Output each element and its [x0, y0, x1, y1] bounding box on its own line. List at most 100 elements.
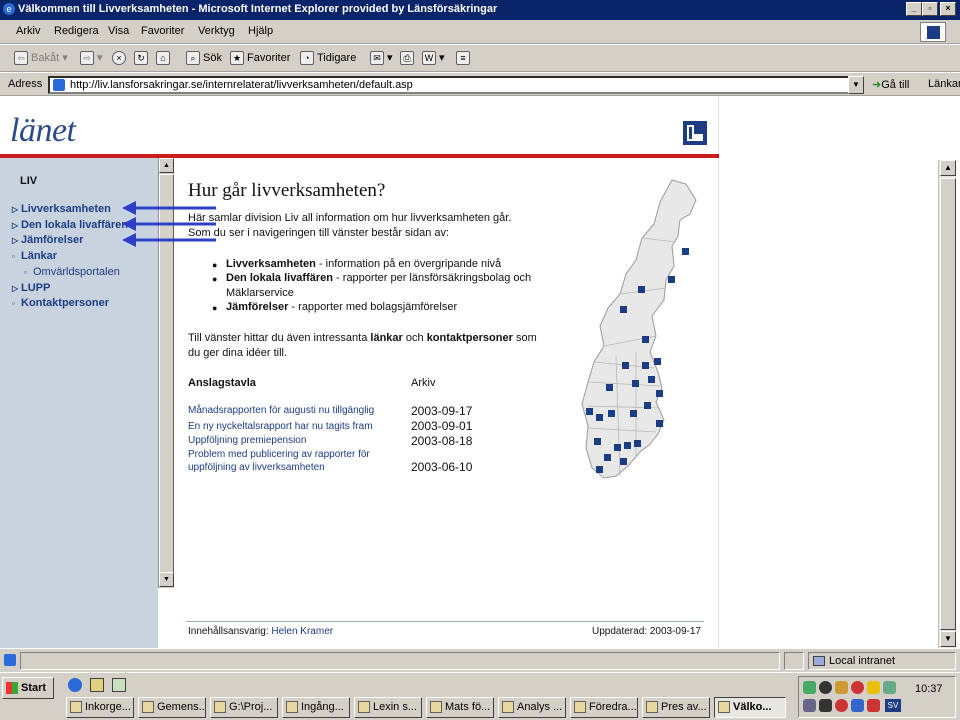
tray-app-icon[interactable]	[867, 699, 880, 712]
tray-app-icon[interactable]	[851, 699, 864, 712]
sidebar-item-lankar[interactable]: ▫ Länkar	[12, 250, 57, 262]
task-foredrag[interactable]: Föredra...	[570, 697, 638, 718]
edit-icon: W	[422, 51, 436, 66]
menu-verktyg[interactable]: Verktyg	[198, 25, 235, 37]
notice-link-4-cont[interactable]: uppföljning av livverksamheten	[188, 462, 325, 473]
windows-flag-icon	[6, 682, 18, 694]
bullet-icon: ●	[212, 274, 218, 284]
contacts-link[interactable]: kontaktpersoner	[427, 332, 513, 344]
ie-page-icon	[142, 701, 154, 713]
print-button[interactable]: ⎙	[400, 51, 417, 65]
tray-app-icon[interactable]	[803, 681, 816, 694]
intro-line-1: Här samlar division Liv all information …	[188, 212, 512, 224]
home-button[interactable]: ⌂	[156, 51, 173, 65]
clock[interactable]: 10:37	[915, 683, 943, 695]
notice-link-2[interactable]: En ny nyckeltalsrapport har nu tagits fr…	[188, 421, 373, 432]
sidebar-item-kontaktpersoner[interactable]: ▫ Kontaktpersoner	[12, 297, 109, 309]
content-right-edge	[718, 96, 719, 648]
history-button[interactable]: ◔ Tidigare	[300, 51, 356, 65]
discuss-button[interactable]: ≡	[456, 51, 473, 65]
language-indicator[interactable]: SV	[885, 699, 901, 712]
task-gemensam[interactable]: Gemens...	[138, 697, 206, 718]
search-button[interactable]: ⌕ Sök	[186, 51, 222, 65]
tray-app-icon[interactable]	[835, 699, 848, 712]
notice-link-4[interactable]: Problem med publicering av rapporter för	[188, 449, 370, 460]
menu-arkiv[interactable]: Arkiv	[16, 25, 40, 37]
menu-favoriter[interactable]: Favoriter	[141, 25, 184, 37]
tray-app-icon[interactable]	[803, 699, 816, 712]
ie-page-icon	[718, 701, 730, 713]
forward-arrow-icon: ⇨	[80, 51, 94, 66]
printer-icon: ⎙	[400, 51, 414, 65]
scroll-up-arrow-icon[interactable]: ▲	[159, 158, 174, 173]
sidebar-item-lupp[interactable]: ▷ LUPP	[12, 282, 50, 294]
page-scrollbar[interactable]: ▲ ▼	[938, 160, 956, 648]
sidebar-item-omvarldsportalen[interactable]: ▫ Omvärldsportalen	[24, 266, 120, 278]
task-analys[interactable]: Analys ...	[498, 697, 566, 718]
archive-heading[interactable]: Arkiv	[411, 377, 435, 389]
bullet-icon: ●	[212, 303, 218, 313]
start-button[interactable]: Start	[2, 677, 54, 699]
brand-mark-icon	[683, 121, 707, 145]
sidebar-item-jamforelser[interactable]: ▷ Jämförelser	[12, 234, 83, 246]
address-dropdown-button[interactable]: ▼	[848, 76, 864, 94]
task-mats[interactable]: Mats fö...	[426, 697, 494, 718]
triangle-right-icon: ▷	[12, 205, 19, 214]
window-title-bar[interactable]: e Välkommen till Livverksamheten - Micro…	[0, 0, 960, 20]
sweden-outline	[581, 179, 697, 479]
links-button[interactable]: Länkar	[928, 78, 960, 90]
page-scroll-down-icon[interactable]: ▼	[940, 631, 956, 647]
sidebar-heading: LIV	[20, 175, 38, 187]
sweden-map[interactable]	[576, 176, 706, 486]
notice-link-1[interactable]: Månadsrapporten för augusti nu tillgängl…	[188, 405, 374, 416]
content-owner-link[interactable]: Helen Kramer	[271, 626, 333, 637]
address-url: http://liv.lansforsakringar.se/internrel…	[70, 79, 413, 91]
quicklaunch-ie-icon[interactable]	[68, 678, 82, 692]
tray-app-icon[interactable]	[819, 699, 832, 712]
mail-button[interactable]: ✉ ▾	[370, 51, 393, 66]
back-button[interactable]: ⇦ Bakåt ▾	[14, 51, 68, 66]
page-scroll-up-icon[interactable]: ▲	[940, 160, 956, 176]
task-g-proj[interactable]: G:\Proj...	[210, 697, 278, 718]
sidebar-item-livverksamheten[interactable]: ▷ Livverksamheten	[12, 203, 111, 215]
go-button[interactable]: ➜Gå till	[872, 78, 909, 91]
task-valkommen[interactable]: Välko...	[714, 697, 786, 718]
refresh-button[interactable]: ↻	[134, 51, 151, 65]
page-scroll-thumb[interactable]	[940, 178, 956, 630]
stop-button[interactable]: ×	[112, 51, 129, 65]
annotation-arrowhead-1	[122, 201, 136, 215]
square-bullet-icon: ▫	[24, 268, 27, 277]
notice-link-3[interactable]: Uppföljning premiepension	[188, 435, 306, 446]
links-link[interactable]: länkar	[370, 332, 402, 344]
ie-icon[interactable]: e	[3, 3, 15, 15]
close-button[interactable]: ×	[940, 2, 956, 16]
tray-app-icon[interactable]	[835, 681, 848, 694]
bullet-icon: ●	[212, 260, 218, 270]
minimize-button[interactable]: _	[906, 2, 922, 16]
task-pres[interactable]: Pres av...	[642, 697, 710, 718]
task-lexin[interactable]: Lexin s...	[354, 697, 422, 718]
tray-app-icon[interactable]	[851, 681, 864, 694]
maximize-button[interactable]: ▫	[922, 2, 938, 16]
document-icon: ≡	[456, 51, 470, 65]
site-logo[interactable]: länet	[10, 112, 76, 150]
scroll-down-arrow-icon[interactable]: ▼	[159, 572, 174, 587]
address-input[interactable]: http://liv.lansforsakringar.se/internrel…	[48, 76, 864, 94]
tray-app-icon[interactable]	[819, 681, 832, 694]
triangle-right-icon: ▷	[12, 284, 19, 293]
quicklaunch-outlook-icon[interactable]	[112, 678, 126, 692]
edit-button[interactable]: W ▾	[422, 51, 445, 66]
favorites-button[interactable]: ★ Favoriter	[230, 51, 290, 65]
notice-board-heading: Anslagstavla	[188, 377, 256, 389]
tray-app-icon[interactable]	[867, 681, 880, 694]
quicklaunch-desktop-icon[interactable]	[90, 678, 104, 692]
notice-date-2: 2003-09-01	[411, 419, 473, 433]
sidebar-item-den-lokala-livaffaren[interactable]: ▷ Den lokala livaffären	[12, 219, 128, 231]
forward-button[interactable]: ⇨ ▾	[80, 51, 103, 66]
menu-hjalp[interactable]: Hjälp	[248, 25, 273, 37]
menu-visa[interactable]: Visa	[108, 25, 129, 37]
menu-redigera[interactable]: Redigera	[54, 25, 99, 37]
task-ingang[interactable]: Ingång...	[282, 697, 350, 718]
task-inkorgen[interactable]: Inkorge...	[66, 697, 134, 718]
tray-app-icon[interactable]	[883, 681, 896, 694]
